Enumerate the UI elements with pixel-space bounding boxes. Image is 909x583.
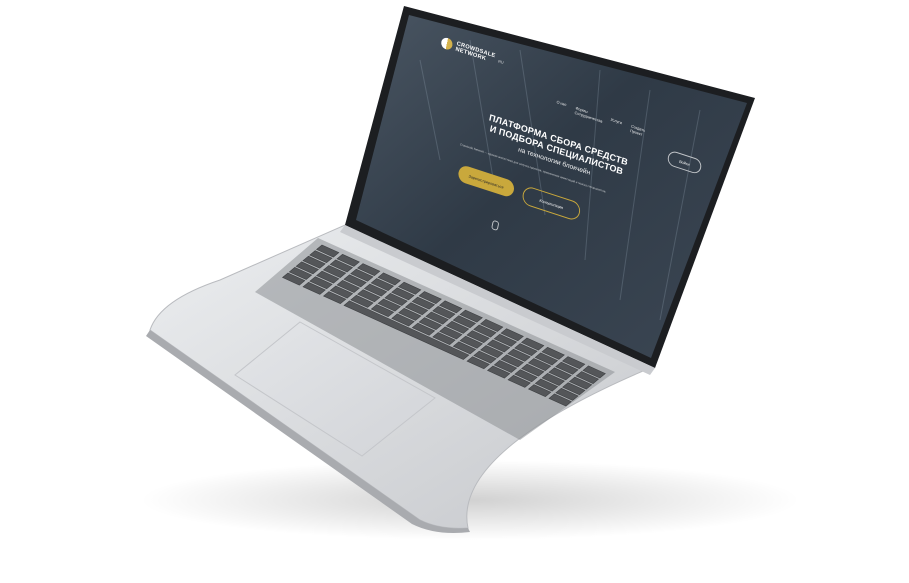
register-button[interactable]: Зарегистрироваться <box>456 163 516 199</box>
site-nav: О нас Формы Сотрудничества Услуги Создат… <box>555 99 657 141</box>
brand-logo-icon <box>440 36 454 51</box>
nav-item-services[interactable]: Услуги <box>609 117 622 130</box>
login-button[interactable]: Войти <box>666 149 703 176</box>
scroll-down-icon <box>491 219 500 232</box>
language-selector[interactable]: RU <box>498 59 504 65</box>
nav-item-create-project[interactable]: Создать Проект <box>630 124 658 142</box>
nav-item-about[interactable]: О нас <box>555 99 567 111</box>
scene: CROWDSALE NETWORK RU О нас Формы Сотрудн… <box>0 0 909 578</box>
nav-item-cooperation[interactable]: Формы Сотрудничества <box>574 105 603 123</box>
consultation-button[interactable]: Консультация <box>520 184 582 222</box>
